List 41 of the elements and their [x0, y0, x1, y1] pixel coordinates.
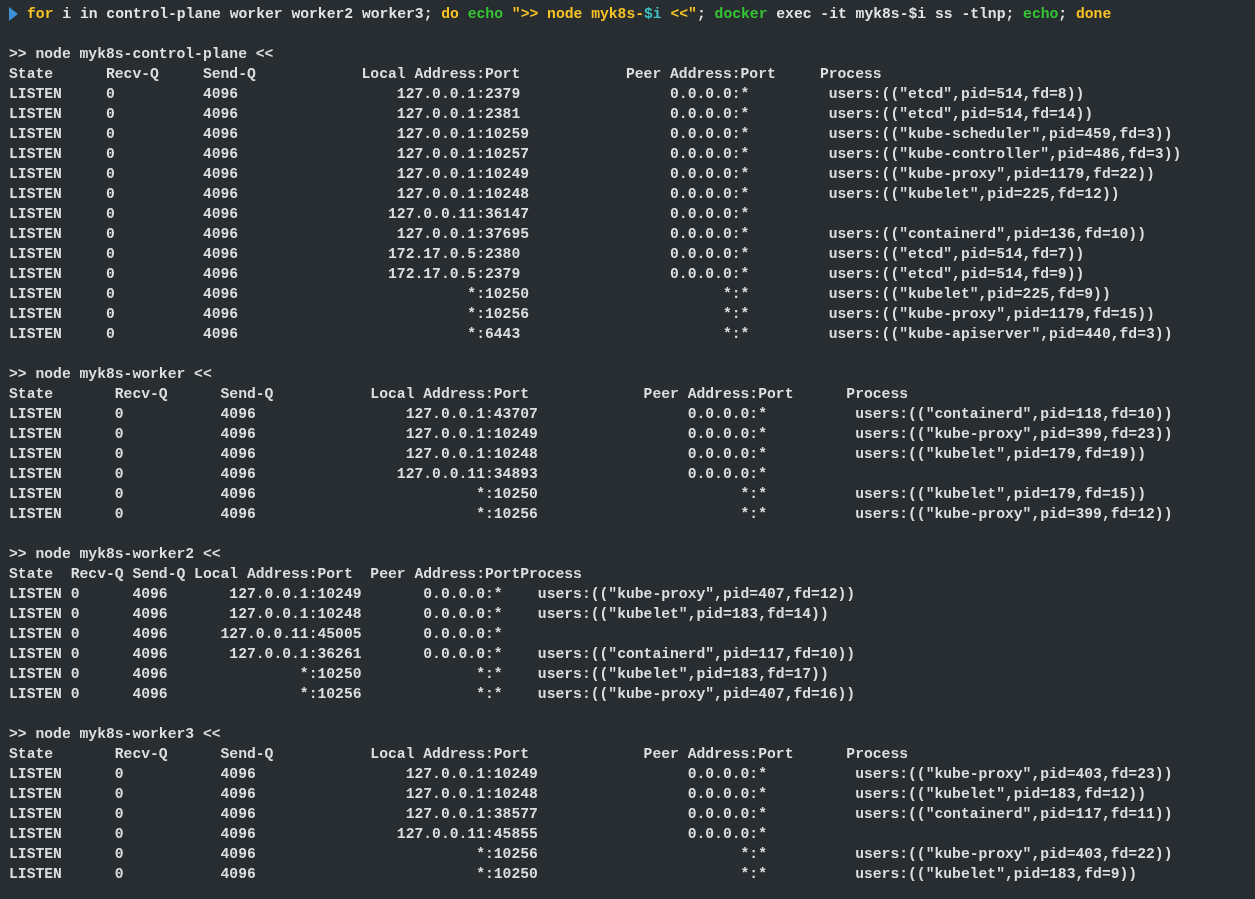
output-line: LISTEN 0 4096 127.0.0.1:37695 0.0.0.0:* users:(("containerd",pid=136,fd=10)): [9, 225, 1146, 244]
output-line: LISTEN 0 4096 *:10250 *:* users:(("kubelet",pid=179,fd=15)): [9, 485, 1146, 504]
output-line: LISTEN 0 4096 *:10256 *:* users:(("kube-proxy",pid=407,fd=16)): [9, 685, 856, 704]
column-header-line: State Recv-Q Send-Q Local Address:Port Peer Address:Port Process: [9, 745, 909, 764]
node-heading: >> node myk8s-worker <<: [9, 365, 212, 384]
output-line: LISTEN 0 4096 127.0.0.1:10249 0.0.0.0:* users:(("kube-proxy",pid=407,fd=12)): [9, 585, 856, 604]
output-line: LISTEN 0 4096 172.17.0.5:2380 0.0.0.0:* users:(("etcd",pid=514,fd=7)): [9, 245, 1085, 264]
output-line: LISTEN 0 4096 127.0.0.1:43707 0.0.0.0:* users:(("containerd",pid=118,fd=10)): [9, 405, 1173, 424]
output-line: LISTEN 0 4096 127.0.0.1:10248 0.0.0.0:* users:(("kubelet",pid=179,fd=19)): [9, 445, 1146, 464]
node-heading: >> node myk8s-worker2 <<: [9, 545, 221, 564]
output-line: LISTEN 0 4096 *:10256 *:* users:(("kube-proxy",pid=399,fd=12)): [9, 505, 1173, 524]
output-line: LISTEN 0 4096 *:10250 *:* users:(("kubelet",pid=225,fd=9)): [9, 285, 1111, 304]
node-heading: >> node myk8s-control-plane <<: [9, 45, 274, 64]
column-header-line: State Recv-Q Send-Q Local Address:Port Peer Address:Port Process: [9, 385, 909, 404]
output-line: LISTEN 0 4096 *:10250 *:* users:(("kubelet",pid=183,fd=17)): [9, 665, 829, 684]
output-line: LISTEN 0 4096 *:10256 *:* users:(("kube-proxy",pid=1179,fd=15)): [9, 305, 1155, 324]
output-line: LISTEN 0 4096 127.0.0.11:34893 0.0.0.0:*: [9, 465, 767, 484]
output-line: LISTEN 0 4096 127.0.0.1:2381 0.0.0.0:* users:(("etcd",pid=514,fd=14)): [9, 105, 1094, 124]
column-header-line: State Recv-Q Send-Q Local Address:Port Peer Address:Port Process: [9, 65, 882, 84]
command-line: for i in control-plane worker worker2 worker3; do echo ">> node myk8s-$i <<"; docker exec -it myk8s-$i ss -tlnp; echo; done: [27, 5, 1112, 24]
output-line: LISTEN 0 4096 127.0.0.1:10259 0.0.0.0:* users:(("kube-scheduler",pid=459,fd=3)): [9, 125, 1173, 144]
output-line: LISTEN 0 4096 127.0.0.11:45005 0.0.0.0:*: [9, 625, 503, 644]
output-line: LISTEN 0 4096 172.17.0.5:2379 0.0.0.0:* users:(("etcd",pid=514,fd=9)): [9, 265, 1085, 284]
output-line: LISTEN 0 4096 127.0.0.1:10248 0.0.0.0:* users:(("kubelet",pid=183,fd=12)): [9, 785, 1146, 804]
output-line: LISTEN 0 4096 127.0.0.1:38577 0.0.0.0:* users:(("containerd",pid=117,fd=11)): [9, 805, 1173, 824]
output-line: LISTEN 0 4096 127.0.0.1:10257 0.0.0.0:* users:(("kube-controller",pid=486,fd=3)): [9, 145, 1182, 164]
node-heading: >> node myk8s-worker3 <<: [9, 725, 221, 744]
output-line: LISTEN 0 4096 127.0.0.1:10249 0.0.0.0:* users:(("kube-proxy",pid=399,fd=23)): [9, 425, 1173, 444]
output-line: LISTEN 0 4096 *:10256 *:* users:(("kube-proxy",pid=403,fd=22)): [9, 845, 1173, 864]
output-line: LISTEN 0 4096 127.0.0.1:10248 0.0.0.0:* users:(("kubelet",pid=183,fd=14)): [9, 605, 829, 624]
prompt-icon: [9, 7, 18, 21]
output-line: LISTEN 0 4096 127.0.0.1:10248 0.0.0.0:* users:(("kubelet",pid=225,fd=12)): [9, 185, 1120, 204]
output-line: LISTEN 0 4096 127.0.0.1:36261 0.0.0.0:* users:(("containerd",pid=117,fd=10)): [9, 645, 856, 664]
output-line: LISTEN 0 4096 *:6443 *:* users:(("kube-apiserver",pid=440,fd=3)): [9, 325, 1173, 344]
output-line: LISTEN 0 4096 127.0.0.1:10249 0.0.0.0:* users:(("kube-proxy",pid=403,fd=23)): [9, 765, 1173, 784]
output-line: LISTEN 0 4096 127.0.0.1:10249 0.0.0.0:* users:(("kube-proxy",pid=1179,fd=22)): [9, 165, 1155, 184]
output-line: LISTEN 0 4096 127.0.0.1:2379 0.0.0.0:* users:(("etcd",pid=514,fd=8)): [9, 85, 1085, 104]
column-header-line: State Recv-Q Send-Q Local Address:Port Peer Address:PortProcess: [9, 565, 582, 584]
output-line: LISTEN 0 4096 127.0.0.11:45855 0.0.0.0:*: [9, 825, 767, 844]
output-line: LISTEN 0 4096 127.0.0.11:36147 0.0.0.0:*: [9, 205, 750, 224]
output-line: LISTEN 0 4096 *:10250 *:* users:(("kubelet",pid=183,fd=9)): [9, 865, 1138, 884]
